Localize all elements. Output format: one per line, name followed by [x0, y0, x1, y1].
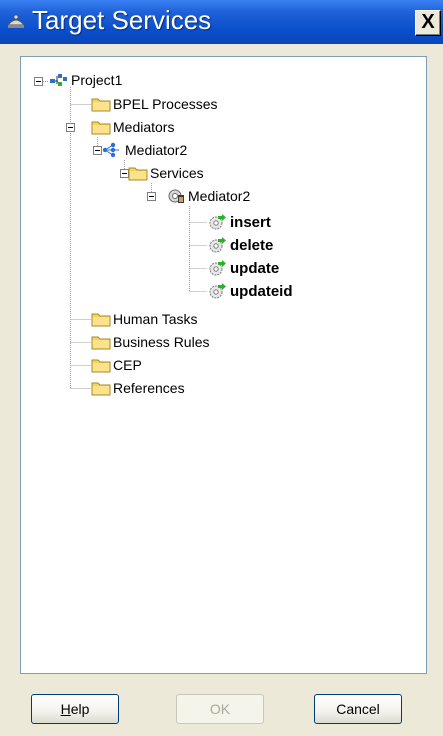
folder-icon — [91, 98, 111, 112]
folder-icon — [91, 336, 111, 350]
title-bar: Target Services X — [0, 0, 443, 44]
tree-label-op-insert: insert — [230, 214, 271, 231]
tree-label-mediator2: Mediator2 — [125, 142, 188, 158]
folder-icon — [91, 382, 111, 396]
tree-label-business-rules: Business Rules — [113, 334, 210, 350]
tree-label-op-updateid: updateid — [230, 283, 293, 300]
close-button[interactable]: X — [415, 10, 441, 36]
tree-label-mediators: Mediators — [113, 119, 175, 135]
expand-toggle-mediators[interactable] — [66, 123, 75, 132]
tree-label-service-mediator2: Mediator2 — [188, 188, 251, 204]
services-tree[interactable]: Project1 BPEL Processes Mediators Mediat… — [20, 56, 427, 674]
tree-node-cep[interactable]: CEP — [91, 355, 191, 377]
tree-node-service-mediator2[interactable]: Mediator2 — [166, 186, 306, 208]
service-component-icon — [168, 189, 184, 203]
folder-icon — [91, 359, 111, 373]
expand-toggle-project1[interactable] — [34, 77, 43, 86]
tree-label-op-update: update — [230, 260, 280, 277]
tree-node-op-delete[interactable]: delete — [207, 235, 327, 257]
folder-icon — [91, 121, 111, 135]
tree-node-project1[interactable]: Project1 — [49, 70, 169, 92]
expand-toggle-service-mediator2[interactable] — [147, 192, 156, 201]
tree-node-services[interactable]: Services — [128, 163, 268, 185]
operation-icon — [209, 260, 226, 276]
window-title: Target Services — [32, 5, 212, 35]
mediator-icon — [102, 142, 119, 158]
ok-button[interactable]: OK — [176, 694, 264, 724]
tree-node-bpel-processes[interactable]: BPEL Processes — [91, 94, 271, 116]
app-icon — [6, 14, 26, 28]
tree-label-bpel-processes: BPEL Processes — [113, 96, 218, 112]
cancel-button[interactable]: Cancel — [314, 694, 402, 724]
tree-node-business-rules[interactable]: Business Rules — [91, 332, 261, 354]
tree-node-op-insert[interactable]: insert — [207, 212, 327, 234]
project-icon — [50, 74, 67, 86]
folder-icon — [128, 167, 148, 181]
tree-node-human-tasks[interactable]: Human Tasks — [91, 309, 251, 331]
tree-node-op-updateid[interactable]: updateid — [207, 281, 337, 303]
tree-node-mediator2[interactable]: Mediator2 — [101, 140, 241, 162]
tree-label-references: References — [113, 380, 185, 396]
help-button[interactable]: Help — [31, 694, 119, 724]
folder-icon — [91, 313, 111, 327]
operation-icon — [209, 237, 226, 253]
tree-label-op-delete: delete — [230, 237, 274, 254]
tree-label-services: Services — [150, 165, 204, 181]
operation-icon — [209, 214, 226, 230]
tree-node-mediators[interactable]: Mediators — [91, 117, 231, 139]
tree-label-human-tasks: Human Tasks — [113, 311, 198, 327]
tree-node-op-update[interactable]: update — [207, 258, 327, 280]
tree-node-references[interactable]: References — [91, 378, 241, 400]
operation-icon — [209, 283, 226, 299]
tree-label-cep: CEP — [113, 357, 142, 373]
tree-label-project1: Project1 — [71, 72, 123, 88]
